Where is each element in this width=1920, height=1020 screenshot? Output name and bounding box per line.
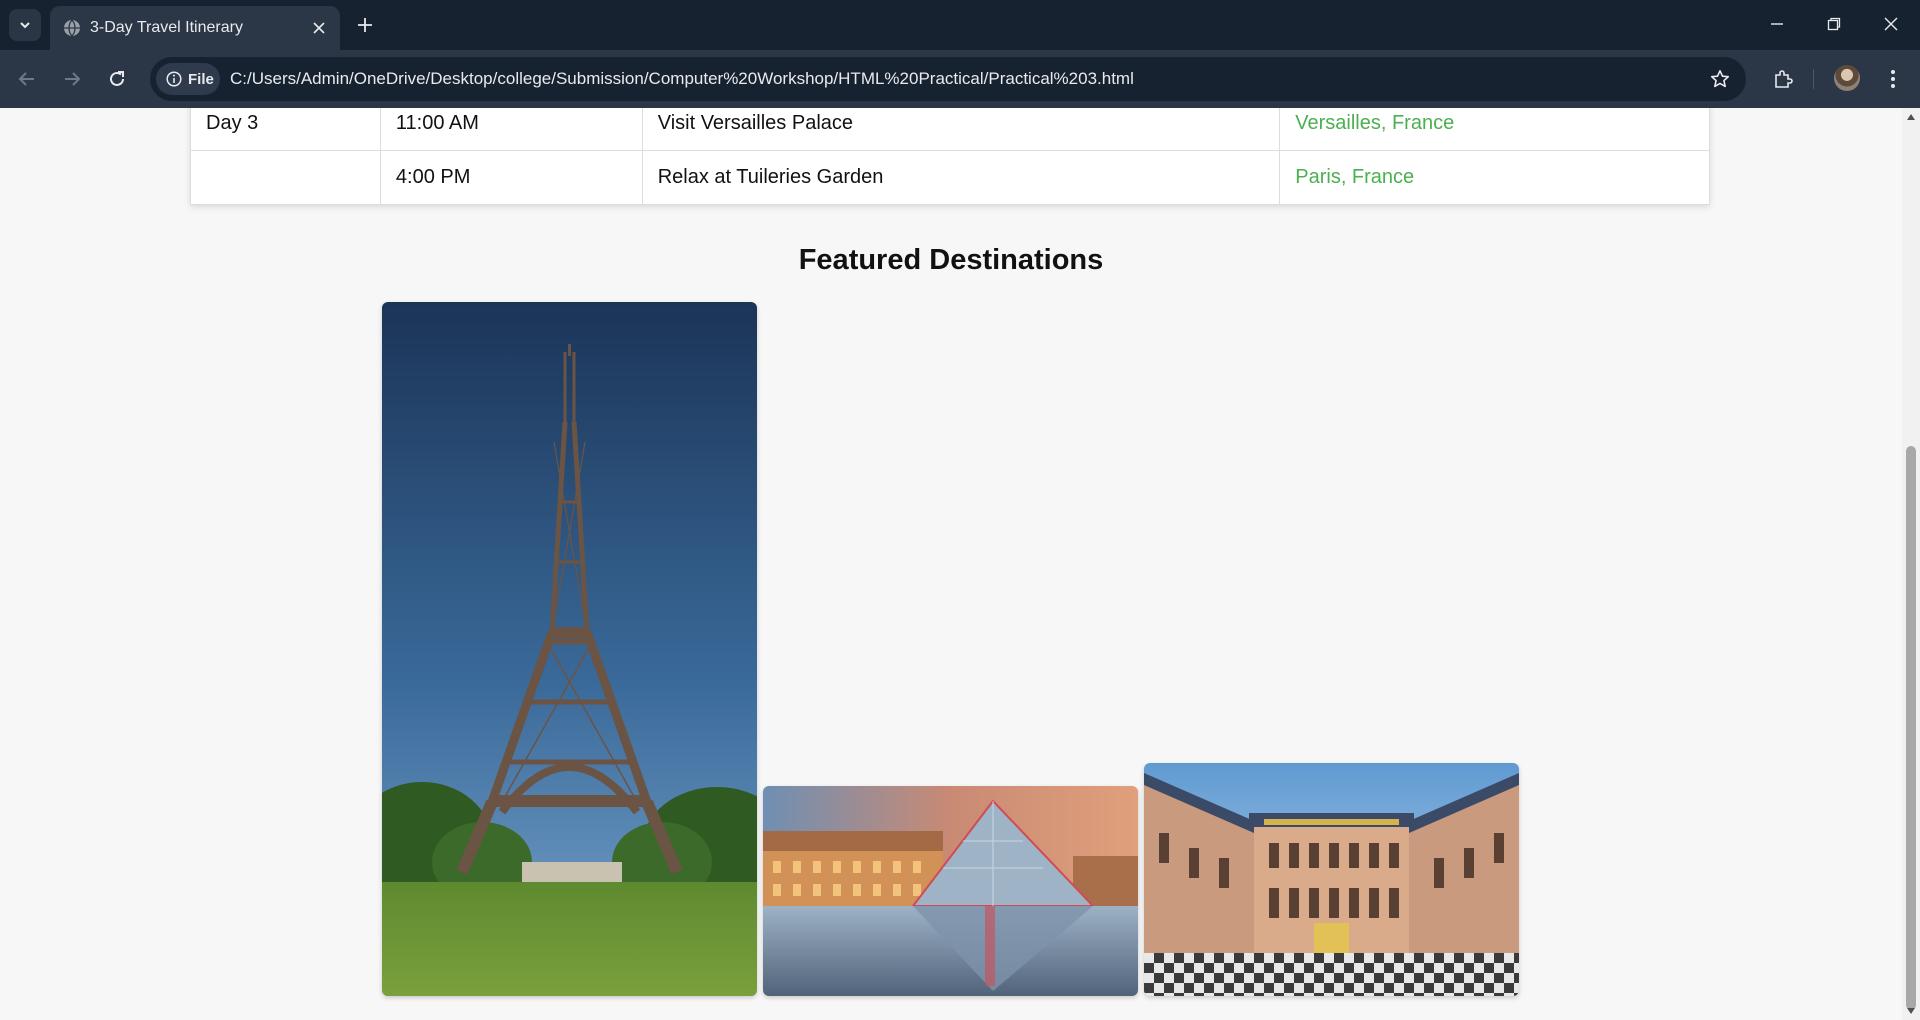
more-vert-icon	[1891, 70, 1895, 88]
day-cell	[190, 150, 381, 205]
minimize-icon	[1771, 23, 1783, 25]
toolbar-separator	[1813, 69, 1814, 89]
address-bar[interactable]: File C:/Users/Admin/OneDrive/Desktop/col…	[150, 57, 1746, 101]
minimize-button[interactable]	[1757, 8, 1797, 40]
extensions-button[interactable]	[1766, 62, 1800, 96]
reload-icon	[110, 71, 124, 86]
info-icon	[166, 71, 182, 87]
restore-icon	[1827, 17, 1841, 31]
url-text[interactable]: C:/Users/Admin/OneDrive/Desktop/college/…	[230, 69, 1134, 89]
time-cell: 11:00 AM	[379, 108, 643, 151]
location-cell: Versailles, France	[1279, 108, 1710, 151]
itinerary-table: Day 3 11:00 AM Visit Versailles Palace V…	[190, 108, 1710, 205]
activity-cell: Relax at Tuileries Garden	[641, 150, 1281, 205]
versailles-palace-photo	[1144, 763, 1519, 996]
profile-avatar[interactable]	[1834, 65, 1860, 91]
restore-button[interactable]	[1814, 8, 1854, 40]
scroll-down-arrow-icon[interactable]	[1906, 1006, 1916, 1016]
site-chip-label: File	[188, 70, 214, 88]
globe-icon	[64, 19, 80, 37]
back-button[interactable]	[10, 62, 44, 96]
tab-title: 3-Day Travel Itinerary	[90, 19, 243, 36]
scroll-up-arrow-icon[interactable]	[1906, 112, 1916, 122]
star-icon	[1710, 70, 1730, 88]
active-tab[interactable]: 3-Day Travel Itinerary	[50, 6, 340, 50]
browser-toolbar: File C:/Users/Admin/OneDrive/Desktop/col…	[0, 50, 1920, 108]
tab-close-button[interactable]	[308, 17, 330, 39]
chevron-down-icon	[20, 22, 30, 29]
tab-strip: 3-Day Travel Itinerary	[0, 0, 1920, 50]
reload-button[interactable]	[100, 62, 134, 96]
bookmark-button[interactable]	[1708, 67, 1732, 91]
extensions-icon	[1775, 70, 1793, 88]
close-icon	[1884, 17, 1898, 31]
activity-cell: Visit Versailles Palace	[641, 108, 1281, 151]
more-menu-button[interactable]	[1876, 62, 1910, 96]
eiffel-tower-photo	[382, 302, 757, 996]
forward-button[interactable]	[55, 62, 89, 96]
tab-search-button[interactable]	[9, 9, 41, 41]
forward-icon	[65, 72, 81, 86]
louvre-pyramid-photo	[763, 786, 1138, 996]
time-cell: 4:00 PM	[379, 150, 643, 205]
table-row: 4:00 PM Relax at Tuileries Garden Paris,…	[190, 150, 1710, 205]
close-window-button[interactable]	[1871, 8, 1911, 40]
plus-icon	[358, 18, 372, 32]
site-info-chip[interactable]: File	[156, 63, 220, 95]
back-icon	[18, 72, 34, 86]
page-viewport: Day 3 11:00 AM Visit Versailles Palace V…	[0, 108, 1902, 1020]
new-tab-button[interactable]	[352, 12, 378, 38]
close-icon	[313, 22, 325, 34]
day-cell: Day 3	[190, 108, 381, 151]
featured-destinations-title: Featured Destinations	[798, 244, 1104, 276]
location-cell: Paris, France	[1279, 150, 1710, 205]
page-scrollbar[interactable]	[1902, 108, 1920, 1020]
scrollbar-thumb[interactable]	[1906, 446, 1916, 1010]
table-row: Day 3 11:00 AM Visit Versailles Palace V…	[190, 108, 1710, 151]
